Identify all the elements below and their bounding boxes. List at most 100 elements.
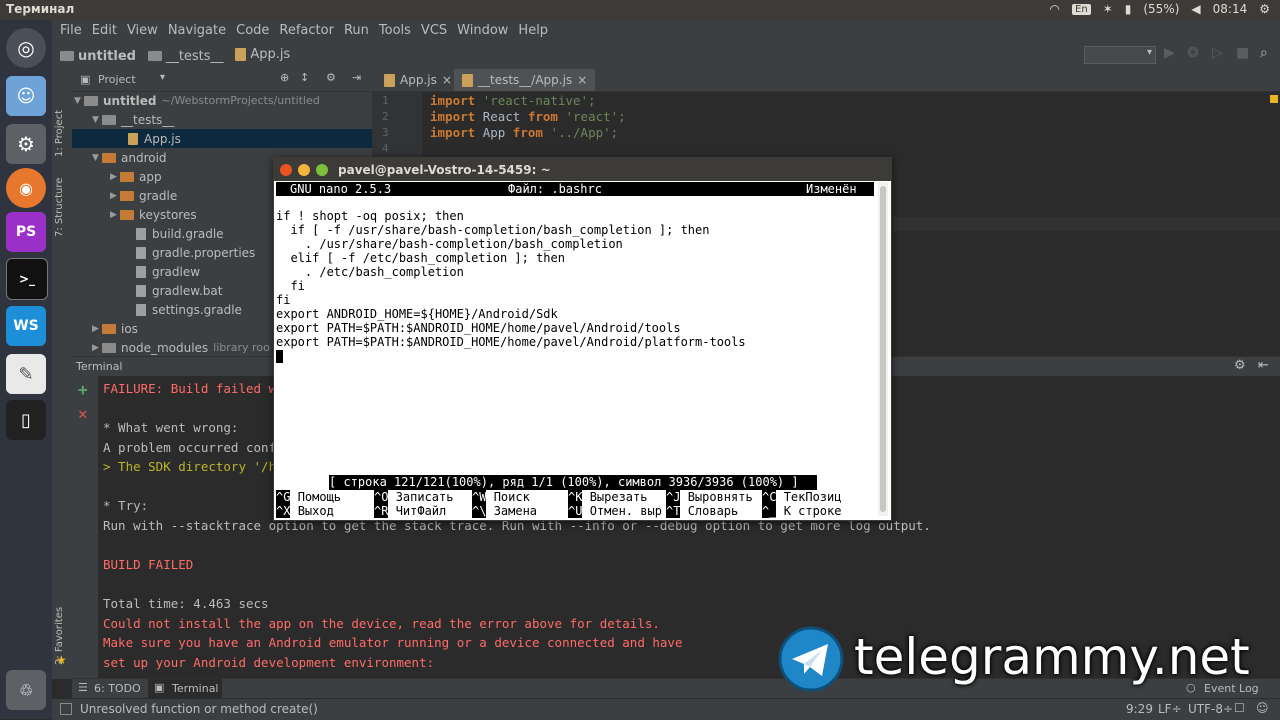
clock[interactable]: 08:14 [1213,2,1248,16]
menu-file[interactable]: File [60,23,82,38]
menu-edit[interactable]: Edit [92,23,117,38]
toggle-tool-windows-icon[interactable] [60,703,72,715]
webstorm-icon[interactable]: WS [6,306,46,346]
code-line[interactable]: import App from '../App'; [430,125,618,140]
collapse-all-icon[interactable]: ↕ [300,71,309,84]
project-view-select[interactable]: Project [98,73,136,86]
nano-text-line[interactable]: if ! shopt -oq posix; then [276,209,464,223]
stop-icon[interactable]: ■ [1236,45,1249,61]
folder-icon [102,323,116,334]
coverage-icon[interactable]: ▷ [1212,45,1223,61]
menu-help[interactable]: Help [518,23,548,38]
breadcrumb-untitled[interactable]: untitled [60,49,136,64]
terminal-line: > The SDK directory '/h [103,459,277,474]
tab-structure[interactable]: 7: Structure [54,157,65,237]
menu-tools[interactable]: Tools [379,23,411,38]
trash-icon[interactable]: ♲ [6,670,46,710]
code-line[interactable]: import React from 'react'; [430,109,626,124]
tab-project[interactable]: 1: Project [54,77,65,157]
code-line[interactable]: import 'react-native'; [430,93,596,108]
menu-navigate[interactable]: Navigate [168,23,226,38]
hide-panel-icon[interactable]: ⇤ [1258,358,1269,373]
terminal-scrollbar[interactable] [878,182,888,516]
nano-text-line[interactable]: export ANDROID_HOME=${HOME}/Android/Sdk [276,307,558,321]
tab-todo[interactable]: 6: TODO [94,682,141,695]
shortcut-cur-pos: ^C ТекПозиц [762,490,842,504]
shortcut-cut: ^K Вырезать [568,490,648,504]
nano-text-line[interactable]: export PATH=$PATH:$ANDROID_HOME/home/pav… [276,321,681,335]
shortcut-search: ^W Поиск [472,490,530,504]
phpstorm-icon[interactable]: PS [6,212,46,252]
menu-view[interactable]: View [127,23,158,38]
new-session-icon[interactable]: + [78,380,88,399]
lock-icon[interactable]: ☐ [1234,701,1245,715]
locate-file-icon[interactable]: ⊕ [280,71,289,84]
breadcrumb: untitled __tests__ App.js [52,47,290,64]
close-window-button[interactable] [280,164,292,176]
run-icon[interactable]: ▶ [1164,45,1175,61]
nano-text-line[interactable]: fi [276,279,304,293]
nano-text-line[interactable]: fi [276,293,290,307]
terminal-window: pavel@pavel-Vostro-14-5459: ~ GNU nano 2… [273,157,892,521]
line-number: 4 [382,142,389,155]
expand-arrow-icon: ▼ [92,114,99,125]
text-editor-icon[interactable]: ✎ [6,354,46,394]
gear-icon[interactable]: ⚙ [1234,358,1246,373]
tab-appjs[interactable]: App.js × [376,69,460,91]
run-config-select[interactable]: ▾ [1084,46,1156,64]
status-message: Unresolved function or method create() [80,702,318,716]
wifi-icon[interactable]: ◠ [1050,2,1060,16]
terminal-line: A problem occurred conf [103,440,277,455]
error-stripe-marker[interactable] [1270,95,1278,103]
firefox-icon[interactable]: ◉ [6,168,46,208]
file-encoding[interactable]: UTF-8÷ [1188,702,1233,716]
nano-text-line[interactable]: . /usr/share/bash-completion/bash_comple… [276,237,623,251]
menu-code[interactable]: Code [236,23,269,38]
close-icon[interactable]: × [442,73,452,87]
debug-icon[interactable]: ❂ [1187,45,1199,61]
terminal-app-icon[interactable]: >_ [6,258,48,300]
close-session-icon[interactable]: ✕ [78,404,88,423]
breadcrumb-tests[interactable]: __tests__ [147,49,224,64]
phone-device-icon[interactable]: ▯ [6,400,46,440]
settings-gear-icon[interactable]: ⚙ [1259,2,1270,16]
dash-icon[interactable]: ◎ [6,28,46,68]
inspector-icon[interactable]: ☺ [1256,701,1269,715]
search-everywhere-icon[interactable]: ⌕ [1260,45,1268,61]
project-view-icon: ▣ [80,73,91,86]
close-icon[interactable]: × [577,73,587,87]
menu-vcs[interactable]: VCS [421,23,447,38]
bluetooth-icon[interactable]: ✶ [1103,2,1113,16]
top-panel: Терминал ◠ En ✶ ▮ (55%) ◀ 08:14 ⚙ [0,0,1280,20]
files-icon[interactable]: ☺ [6,76,46,116]
caret-position[interactable]: 9:29 [1126,702,1153,716]
nano-text-line[interactable]: if [ -f /usr/share/bash-completion/bash_… [276,223,709,237]
gear-icon[interactable]: ⚙ [326,71,336,84]
nano-text-line[interactable]: export PATH=$PATH:$ANDROID_HOME/home/pav… [276,335,746,349]
tab-terminal[interactable]: ▣ Terminal [148,679,222,699]
breadcrumb-appjs[interactable]: App.js [235,47,290,62]
minimize-window-button[interactable] [298,164,310,176]
menu-run[interactable]: Run [344,23,369,38]
shortcut-uncut: ^U Отмен. выр [568,504,662,518]
folder-icon [120,190,134,201]
tree-item-tests[interactable]: ▼ __tests__ [72,110,392,129]
tab-tests-appjs[interactable]: __tests__/App.js × [454,69,596,91]
chevron-down-icon: ▾ [160,72,166,83]
volume-icon[interactable]: ◀ [1191,2,1200,16]
hide-panel-icon[interactable]: ⇥ [352,71,361,84]
menu-window[interactable]: Window [457,23,508,38]
line-separator[interactable]: LF÷ [1158,702,1182,716]
tree-item-untitled[interactable]: ▼ untitled ~/WebstormProjects/untitled [72,91,374,110]
keyboard-layout[interactable]: En [1072,3,1091,15]
todo-icon: ☰ [78,681,88,694]
scrollbar-thumb[interactable] [880,186,886,512]
menu-refactor[interactable]: Refactor [279,23,334,38]
nano-text-line[interactable]: . /etc/bash_completion [276,265,464,279]
battery-icon[interactable]: ▮ [1125,2,1132,16]
maximize-window-button[interactable] [316,164,328,176]
battery-level[interactable]: (55%) [1143,2,1179,16]
system-settings-icon[interactable]: ⚙ [6,124,46,164]
terminal-line: * Try: [103,498,149,513]
nano-text-line[interactable]: elif [ -f /etc/bash_completion ]; then [276,251,565,265]
